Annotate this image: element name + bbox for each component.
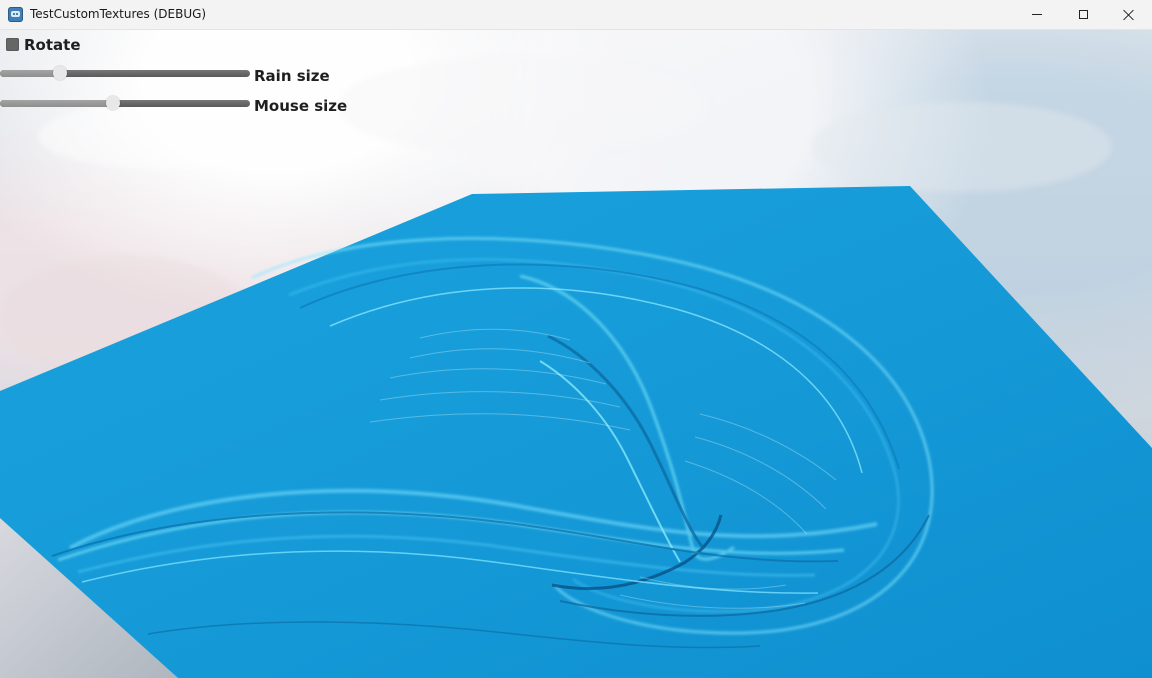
scene-viewport[interactable]	[0, 30, 1152, 678]
rotate-label: Rotate	[24, 36, 81, 54]
mouse-size-slider-track[interactable]	[0, 100, 250, 107]
mouse-size-slider[interactable]	[0, 93, 250, 113]
mouse-size-label: Mouse size	[254, 97, 348, 115]
window-title: TestCustomTextures (DEBUG)	[30, 7, 207, 21]
close-icon	[1123, 9, 1135, 21]
controls-panel: Rotate Rain size Mouse size	[0, 30, 360, 122]
mouse-size-slider-fill	[0, 100, 113, 107]
rain-size-slider-fill	[0, 70, 60, 77]
minimize-icon	[1032, 14, 1042, 15]
title-bar[interactable]: TestCustomTextures (DEBUG)	[0, 0, 1152, 30]
rain-size-slider-track[interactable]	[0, 70, 250, 77]
application-window: TestCustomTextures (DEBUG) Rotate Rain s…	[0, 0, 1152, 678]
minimize-button[interactable]	[1014, 0, 1060, 29]
mouse-size-slider-thumb[interactable]	[105, 96, 120, 110]
close-button[interactable]	[1106, 0, 1152, 29]
rain-size-label: Rain size	[254, 67, 330, 85]
maximize-button[interactable]	[1060, 0, 1106, 29]
app-icon	[8, 7, 23, 22]
rain-size-slider-thumb[interactable]	[53, 66, 67, 80]
rotate-checkbox[interactable]	[6, 38, 19, 51]
water-scene[interactable]	[0, 30, 1152, 678]
maximize-icon	[1078, 10, 1088, 19]
rain-size-slider[interactable]	[0, 63, 250, 83]
